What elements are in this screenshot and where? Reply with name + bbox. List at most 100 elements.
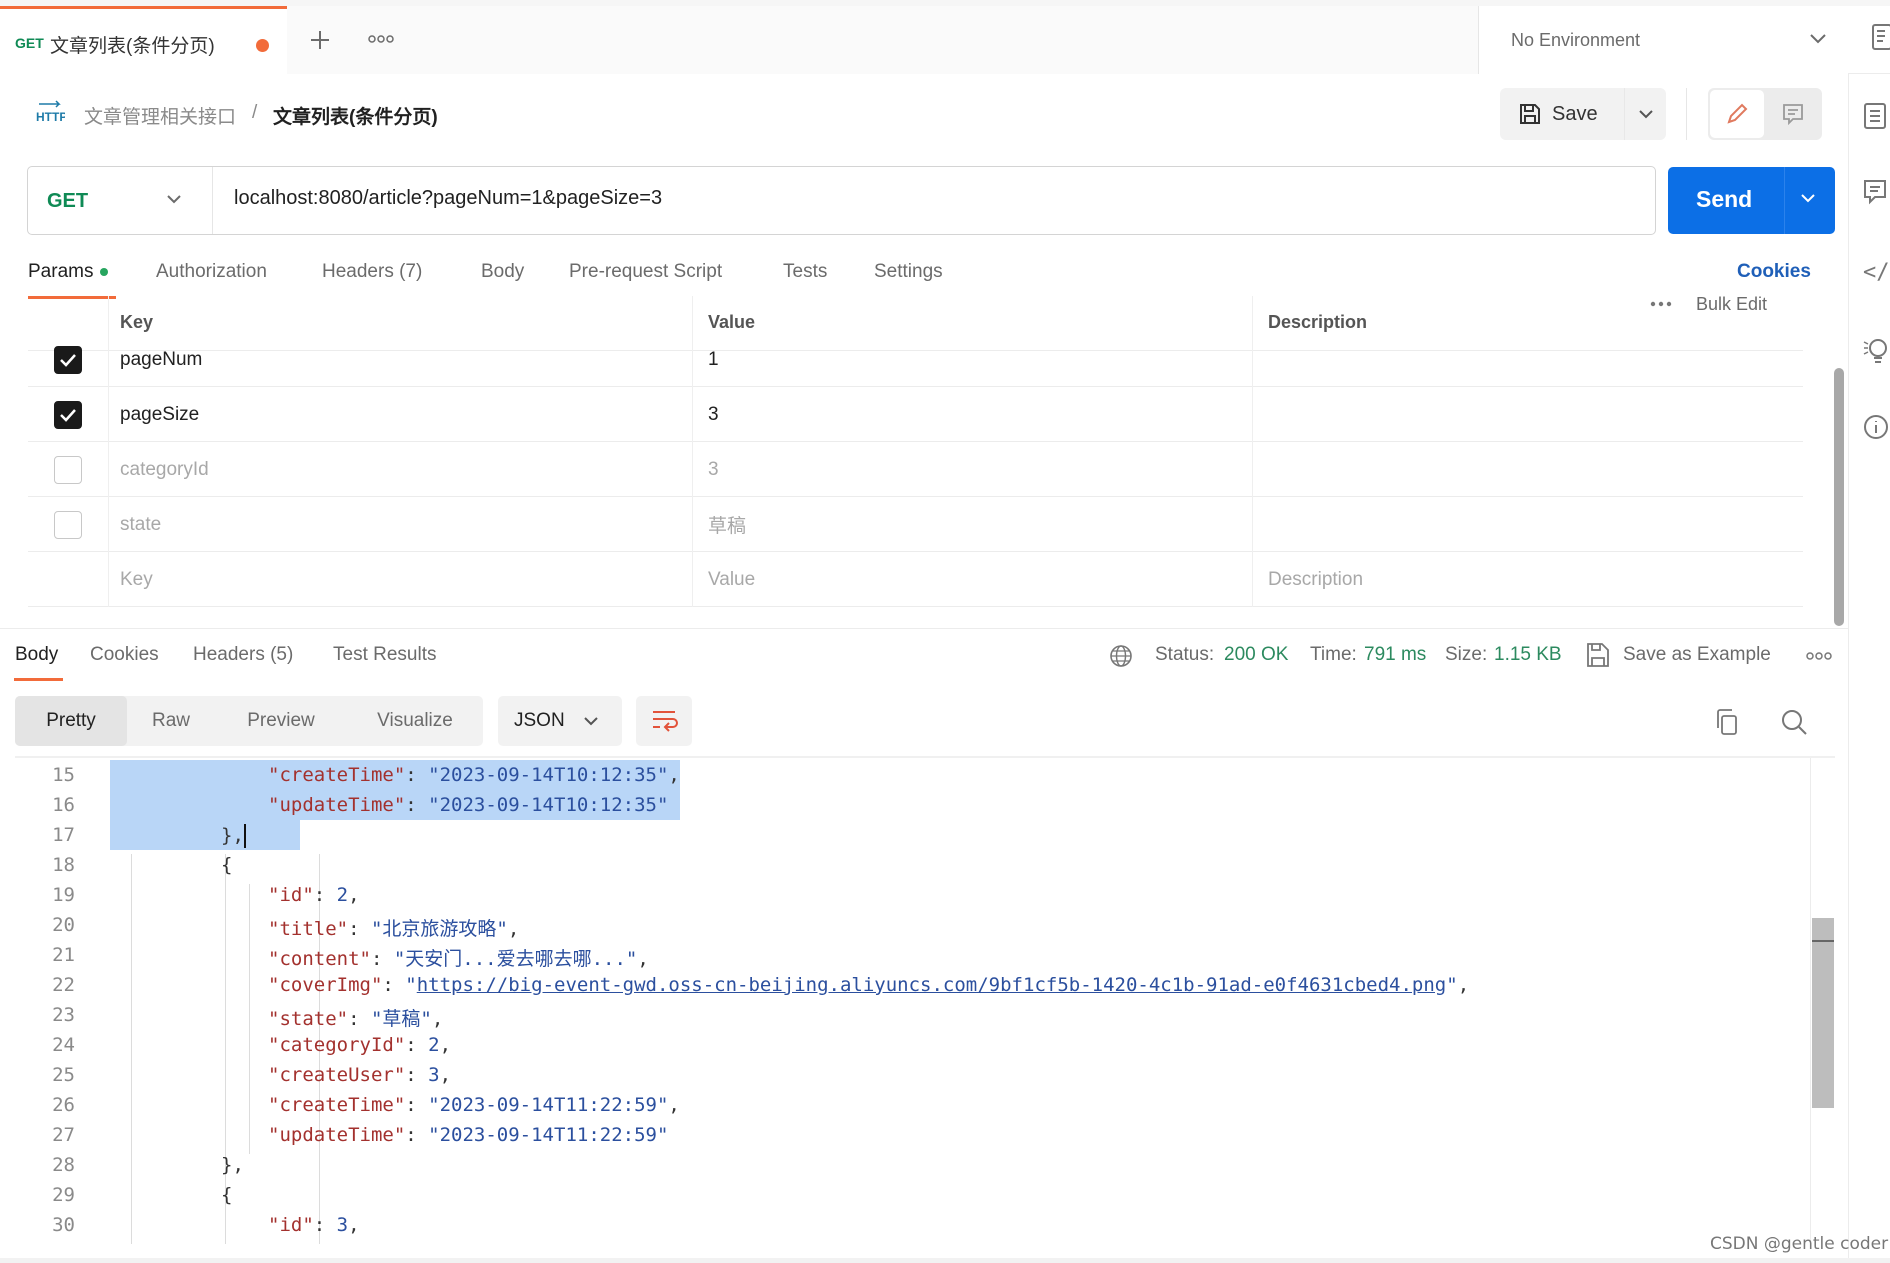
param-key[interactable]: pageNum [108, 332, 692, 387]
column-options-button[interactable] [1650, 301, 1672, 307]
documentation-button[interactable] [1863, 102, 1890, 130]
line-number: 18 [52, 854, 75, 876]
new-param-key-input[interactable]: Key [108, 552, 692, 607]
tab-tests[interactable]: Tests [783, 261, 827, 283]
new-tab-button[interactable] [308, 28, 332, 52]
json-key: "content" [268, 948, 371, 970]
code-line: }, [221, 1154, 244, 1176]
json-url-link[interactable]: https://big-event-gwd.oss-cn-beijing.ali… [417, 974, 1447, 996]
json-string: " [405, 974, 417, 996]
param-enabled-checkbox[interactable] [54, 455, 82, 484]
new-param-value-input[interactable]: Value [692, 552, 1252, 607]
tab-body[interactable]: Body [481, 261, 524, 283]
status-label: Status: [1155, 644, 1215, 665]
json-punct: : [348, 918, 371, 940]
time-value[interactable]: 791 ms [1364, 644, 1426, 666]
json-punct: , [637, 948, 649, 970]
param-enabled-checkbox[interactable] [54, 345, 82, 374]
size-value[interactable]: 1.15 KB [1494, 644, 1562, 666]
tab-options-button[interactable] [368, 34, 394, 44]
format-visualize[interactable]: Visualize [347, 696, 483, 746]
response-tab-headers[interactable]: Headers (5) [193, 644, 293, 666]
comment-mode-button[interactable] [1766, 90, 1820, 138]
params-scrollbar[interactable] [1834, 368, 1844, 626]
save-as-example-button[interactable] [1586, 642, 1610, 668]
indent-guide [131, 854, 132, 1244]
code-snippet-button[interactable]: </ [1863, 260, 1890, 288]
url-input[interactable] [234, 187, 1634, 210]
response-body-viewer[interactable]: 15 "createTime": "2023-09-14T10:12:35", 16… [15, 758, 1835, 1248]
json-number: 2 [428, 1034, 440, 1056]
param-enabled-checkbox[interactable] [54, 510, 82, 539]
breadcrumb-parent-collection[interactable]: 文章管理相关接口 [84, 102, 236, 129]
pencil-icon [1727, 103, 1748, 124]
param-description[interactable] [1252, 442, 1832, 497]
info-button[interactable] [1863, 414, 1890, 442]
save-button[interactable]: Save [1500, 88, 1624, 140]
code-line: }, [221, 824, 246, 848]
send-options-chevron-icon[interactable] [1800, 193, 1816, 203]
response-scrollbar[interactable] [1812, 918, 1834, 1108]
response-language-select[interactable]: JSON [498, 696, 622, 746]
environment-quicklook-icon [1872, 24, 1890, 50]
save-options-button[interactable] [1624, 88, 1666, 140]
breadcrumb-separator: / [252, 102, 258, 123]
indent-guide [249, 884, 250, 1154]
response-tab-test-results[interactable]: Test Results [333, 644, 436, 666]
send-button[interactable]: Send [1668, 167, 1835, 234]
request-tab-active[interactable]: GET 文章列表(条件分页) [0, 6, 287, 74]
params-active-dot-icon [100, 267, 109, 276]
scrollbar-position-mark [1812, 940, 1834, 942]
word-wrap-button[interactable] [636, 696, 692, 746]
format-preview[interactable]: Preview [215, 696, 347, 746]
size-label: Size: [1445, 644, 1488, 665]
json-punct: , [431, 1008, 444, 1030]
json-key: "title" [268, 918, 349, 940]
param-value[interactable]: 草稿 [692, 497, 1252, 552]
param-key[interactable]: categoryId [108, 442, 692, 497]
param-description[interactable] [1252, 387, 1832, 442]
related-collections-button[interactable] [1863, 336, 1890, 364]
comments-button[interactable] [1863, 178, 1890, 206]
param-key[interactable]: pageSize [108, 387, 692, 442]
save-as-example-label[interactable]: Save as Example [1623, 644, 1771, 666]
json-number: 2 [336, 884, 349, 906]
response-options-button[interactable] [1806, 651, 1832, 661]
edit-mode-button[interactable] [1710, 90, 1764, 138]
http-method-select[interactable]: GET [28, 167, 213, 234]
format-pretty[interactable]: Pretty [15, 696, 127, 746]
tab-headers[interactable]: Headers (7) [322, 261, 422, 283]
param-value[interactable]: 3 [692, 442, 1252, 497]
tab-pre-request-script[interactable]: Pre-request Script [569, 261, 722, 283]
tab-params[interactable]: Params [28, 261, 109, 283]
format-raw[interactable]: Raw [127, 696, 215, 746]
bulk-edit-button[interactable]: Bulk Edit [1696, 294, 1767, 315]
param-enabled-checkbox[interactable] [54, 400, 82, 429]
breadcrumb-current-request[interactable]: 文章列表(条件分页) [273, 102, 438, 129]
info-icon [1864, 415, 1888, 439]
param-key[interactable]: state [108, 497, 692, 552]
environment-quick-look-button[interactable] [1872, 24, 1890, 50]
json-punct: : [405, 794, 429, 816]
floppy-disk-icon [1520, 104, 1540, 124]
code-line: { [221, 854, 232, 876]
tab-authorization[interactable]: Authorization [156, 261, 267, 283]
param-value[interactable]: 1 [692, 332, 1252, 387]
code-line: "createTime": "2023-09-14T10:12:35", [268, 764, 680, 786]
response-tab-body[interactable]: Body [15, 644, 58, 666]
param-description[interactable] [1252, 332, 1832, 387]
copy-response-button[interactable] [1714, 708, 1740, 736]
new-param-description-input[interactable]: Description [1252, 552, 1832, 607]
environment-selector[interactable]: No Environment [1478, 6, 1848, 74]
param-description[interactable] [1252, 497, 1832, 552]
checkmark-icon [60, 353, 76, 367]
param-value[interactable]: 3 [692, 387, 1252, 442]
code-line: "content": "天安门...爱去哪去哪...", [268, 944, 649, 971]
tab-settings[interactable]: Settings [874, 261, 943, 283]
response-tab-cookies[interactable]: Cookies [90, 644, 159, 666]
cookies-link[interactable]: Cookies [1737, 261, 1811, 283]
new-row-checkbox-cell [28, 552, 108, 607]
network-globe-icon[interactable] [1109, 644, 1133, 668]
status-value[interactable]: 200 OK [1224, 644, 1288, 666]
search-response-button[interactable] [1780, 708, 1808, 736]
